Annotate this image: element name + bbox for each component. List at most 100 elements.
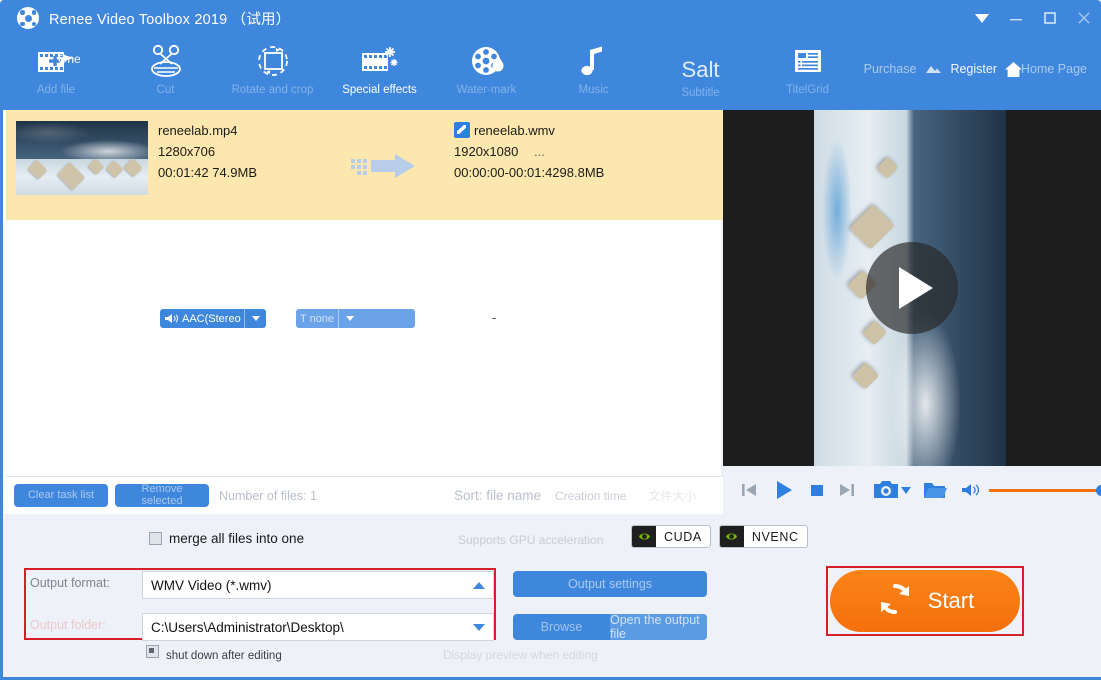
subtitle-track-label: T none	[296, 313, 338, 325]
menu-dropdown-button[interactable]	[965, 0, 999, 36]
target-duration-size: 00:00:00-00:01:4298.8MB	[454, 162, 604, 183]
file-list-panel: reneelab.mp4 1280x706 00:01:42 74.9MB	[0, 110, 721, 514]
source-file-name: reneelab.mp4	[158, 120, 257, 141]
sort-option-creation-time[interactable]: Creation time	[555, 489, 626, 503]
watermark-icon	[467, 42, 507, 82]
open-output-file-button[interactable]: Open the output file	[610, 614, 707, 640]
subtitle-track-dropdown[interactable]: T none	[296, 309, 415, 328]
clear-task-list-button[interactable]: Clear task list	[14, 484, 108, 507]
toolbar-item-add-file[interactable]: One Add file	[0, 36, 112, 110]
scissors-icon	[145, 42, 187, 82]
purchase-link[interactable]: Purchase	[858, 62, 923, 76]
nvidia-eye-icon	[632, 526, 656, 547]
toolbar-item-special-effects[interactable]: Special effects	[326, 36, 433, 110]
cuda-badge[interactable]: CUDA	[631, 525, 711, 548]
output-format-value: WMV Video (*.wmv)	[143, 578, 465, 593]
target-file-name: reneelab.wmv	[454, 120, 604, 141]
toolbar-right-links: Purchase Register Home Page	[858, 58, 1093, 80]
source-duration-size: 00:01:42 74.9MB	[158, 162, 257, 183]
refresh-icon	[876, 580, 914, 623]
toolbar-item-music[interactable]: Music	[540, 36, 647, 110]
application-window: Renee Video Toolbox 2019 （试用）	[0, 0, 1101, 680]
chevron-down-icon[interactable]	[244, 309, 266, 328]
play-circle-icon[interactable]	[866, 242, 958, 334]
snapshot-button[interactable]	[873, 479, 899, 501]
output-format-label: Output format:	[30, 576, 110, 590]
toolbar-item-label: Music	[578, 84, 608, 96]
nvidia-eye-icon	[720, 526, 744, 547]
chevron-up-icon[interactable]	[465, 582, 493, 589]
toolbar-item-cut[interactable]: Cut	[112, 36, 219, 110]
toolbar-item-label: TitelGrid	[786, 84, 829, 96]
nvenc-badge[interactable]: NVENC	[719, 525, 808, 548]
file-count-label: Number of files: 1	[219, 489, 317, 503]
merge-label: merge all files into one	[169, 531, 304, 546]
output-settings-button[interactable]: Output settings	[513, 571, 707, 597]
volume-slider-handle[interactable]	[1096, 485, 1101, 496]
nvenc-badge-label: NVENC	[744, 530, 807, 544]
cuda-badge-label: CUDA	[656, 530, 710, 544]
toolbar-item-label: Add file	[37, 84, 75, 96]
toolbar-items: One Add file Cut	[0, 36, 861, 110]
video-preview[interactable]	[723, 110, 1101, 466]
output-format-dropdown[interactable]: WMV Video (*.wmv)	[142, 571, 494, 599]
minimize-button[interactable]	[999, 0, 1033, 36]
title-bar: Renee Video Toolbox 2019 （试用）	[0, 0, 1101, 36]
toolbar-item-watermark[interactable]: Water-mark	[433, 36, 540, 110]
output-folder-dropdown[interactable]: C:\Users\Administrator\Desktop\	[142, 613, 494, 641]
titlegrid-icon	[790, 42, 826, 82]
register-icon	[922, 58, 944, 80]
chevron-down-icon[interactable]	[465, 624, 493, 631]
player-controls	[723, 466, 1101, 514]
toolbar-item-label: Subtitle	[681, 87, 719, 99]
toolbar-item-label: Water-mark	[457, 84, 517, 96]
toolbar-item-label: Rotate and crop	[232, 84, 314, 96]
skip-next-button[interactable]	[837, 480, 857, 500]
merge-checkbox[interactable]	[149, 532, 162, 545]
skip-previous-button[interactable]	[739, 480, 759, 500]
volume-slider[interactable]	[989, 482, 1101, 498]
toolbar-item-label: Special effects	[342, 84, 417, 96]
open-folder-button[interactable]	[923, 480, 947, 500]
toolbar-item-titlegrid[interactable]: TitelGrid	[754, 36, 861, 110]
edit-icon[interactable]	[454, 122, 470, 138]
toolbar-item-subtitle[interactable]: Salt Subtitle	[647, 36, 754, 110]
sort-label[interactable]: Sort: file name	[454, 488, 541, 503]
toolbar-item-label: Cut	[157, 84, 175, 96]
special-effects-icon	[358, 42, 402, 82]
sort-option-file-size[interactable]: 文件大小	[648, 487, 696, 504]
merge-files-row[interactable]: merge all files into one	[149, 531, 304, 546]
maximize-button[interactable]	[1033, 0, 1067, 36]
start-button[interactable]: Start	[830, 570, 1020, 632]
play-button[interactable]	[773, 479, 795, 501]
output-folder-value: C:\Users\Administrator\Desktop\	[143, 620, 465, 635]
shutdown-after-editing-row[interactable]: shut down after editing	[146, 645, 326, 662]
shutdown-label: shut down after editing	[166, 650, 282, 662]
stop-button[interactable]	[809, 482, 825, 498]
start-button-label: Start	[928, 588, 974, 614]
snapshot-dropdown[interactable]	[901, 487, 911, 494]
audio-track-dropdown[interactable]: AAC(Stereo 4	[160, 309, 266, 328]
film-reel-icon	[17, 7, 39, 29]
toolbar-item-big-label: Salt	[682, 58, 720, 81]
home-page-link[interactable]: Home Page	[1015, 62, 1093, 76]
file-list-footer: Clear task list Remove selected Number o…	[6, 476, 724, 514]
remove-selected-button[interactable]: Remove selected	[115, 484, 209, 507]
shutdown-checkbox[interactable]	[146, 645, 159, 658]
browse-button[interactable]: Browse	[513, 614, 610, 640]
browse-open-buttons: Browse Open the output file	[513, 614, 707, 640]
main-toolbar: One Add file Cut	[0, 36, 1101, 110]
close-button[interactable]	[1067, 0, 1101, 36]
file-list-row[interactable]: reneelab.mp4 1280x706 00:01:42 74.9MB	[6, 110, 724, 220]
output-folder-label: Output folder:	[30, 618, 106, 632]
target-resolution: 1920x1080 ...	[454, 141, 604, 162]
target-placeholder: -	[492, 310, 496, 325]
source-thumbnail	[16, 121, 148, 195]
gpu-acceleration-note: Supports GPU acceleration	[458, 533, 603, 547]
toolbar-item-rotate-and-crop[interactable]: Rotate and crop	[219, 36, 326, 110]
chevron-down-icon[interactable]	[338, 309, 360, 328]
register-link[interactable]: Register	[944, 62, 1003, 76]
target-more-icon[interactable]: ...	[534, 144, 545, 159]
window-controls	[965, 0, 1101, 36]
volume-button[interactable]	[961, 482, 981, 498]
